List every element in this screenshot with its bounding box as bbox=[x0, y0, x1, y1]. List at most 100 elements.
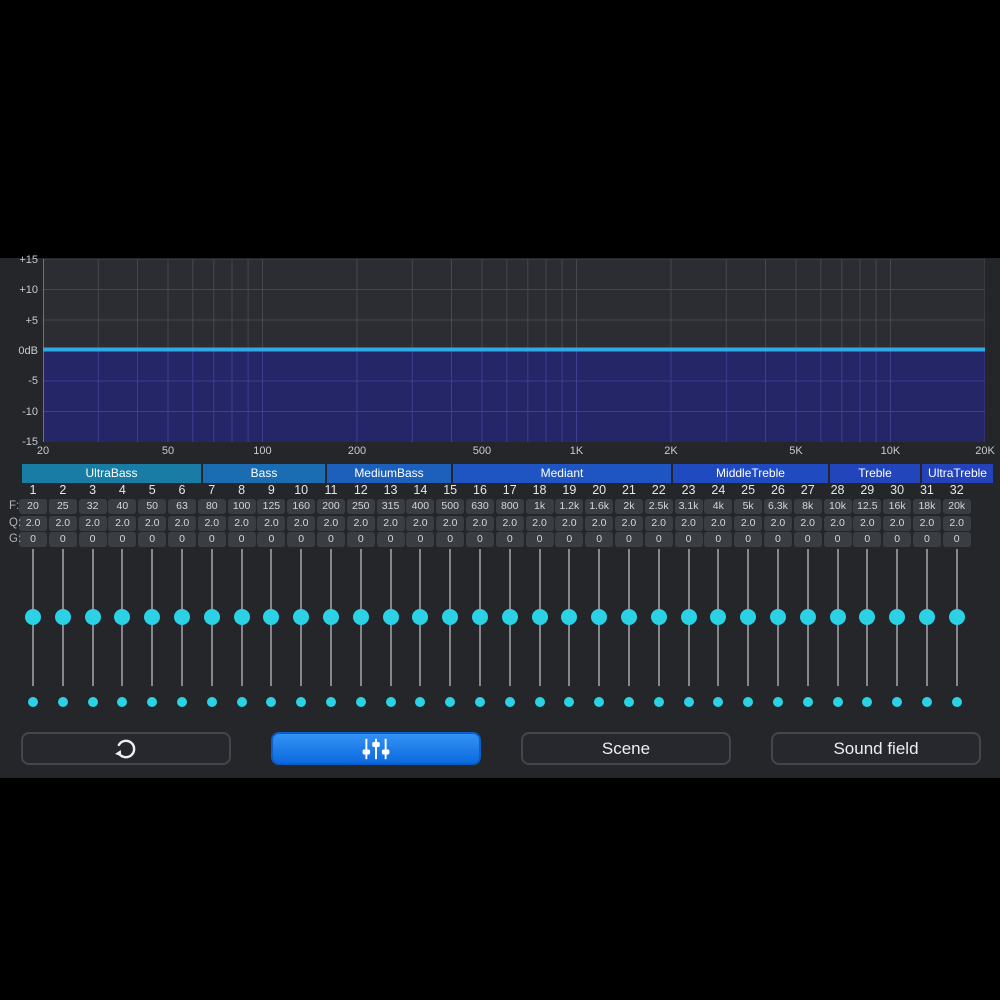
band-group-middletreble: MiddleTreble bbox=[673, 464, 828, 483]
channel-dot[interactable] bbox=[951, 697, 962, 707]
eq-slider-knob[interactable] bbox=[501, 609, 518, 625]
eq-slider-knob[interactable] bbox=[442, 609, 459, 625]
channel-dot[interactable] bbox=[415, 697, 426, 707]
channel-dot[interactable] bbox=[713, 697, 724, 707]
channel-dot[interactable] bbox=[623, 697, 634, 707]
eq-slider-knob[interactable] bbox=[591, 609, 608, 625]
eq-slider-knob[interactable] bbox=[382, 609, 399, 625]
eq-slider-knob[interactable] bbox=[799, 609, 816, 625]
channel-dot[interactable] bbox=[683, 697, 694, 707]
eq-slider-knob[interactable] bbox=[412, 609, 429, 625]
g-value-chip: 0 bbox=[227, 532, 256, 547]
eq-slider-knob[interactable] bbox=[25, 609, 41, 625]
q-value-chip: 2.0 bbox=[883, 516, 912, 531]
eq-slider-knob[interactable] bbox=[471, 609, 488, 625]
eq-slider-knob[interactable] bbox=[84, 609, 101, 625]
eq-slider-knob[interactable] bbox=[889, 609, 906, 625]
channel-number: 12 bbox=[353, 483, 368, 497]
channel-dot[interactable] bbox=[385, 697, 396, 707]
q-value-chip: 2.0 bbox=[823, 516, 852, 531]
f-value-chip: 50 bbox=[138, 499, 167, 514]
eq-slider-knob[interactable] bbox=[263, 609, 280, 625]
eq-slider-knob[interactable] bbox=[710, 609, 727, 625]
channel-dot[interactable] bbox=[206, 697, 217, 707]
eq-slider-knob[interactable] bbox=[531, 609, 548, 625]
eq-slider-knob[interactable] bbox=[680, 609, 697, 625]
eq-slider-knob[interactable] bbox=[322, 609, 339, 625]
channel-dot[interactable] bbox=[236, 697, 247, 707]
eq-slider-knob[interactable] bbox=[233, 609, 250, 625]
channel-dot[interactable] bbox=[772, 697, 783, 707]
head-unit-screen: 12:36 +15+10+50dB-5-10-1520501002005001K… bbox=[0, 0, 1000, 1000]
freq-axis-label: 20 bbox=[36, 445, 50, 457]
db-axis-label: 0dB bbox=[18, 344, 38, 357]
eq-slider-knob[interactable] bbox=[740, 609, 757, 625]
g-value-chip: 0 bbox=[48, 532, 77, 547]
q-value-chip: 2.0 bbox=[465, 516, 494, 531]
g-value-chip: 0 bbox=[346, 532, 375, 547]
channel-dot[interactable] bbox=[474, 697, 485, 707]
sound-field-button-label: Sound field bbox=[833, 738, 919, 758]
channel-dot[interactable] bbox=[296, 697, 307, 707]
f-value-chip: 800 bbox=[495, 499, 524, 514]
f-value-chip: 10k bbox=[823, 499, 852, 514]
channel-dot[interactable] bbox=[117, 697, 128, 707]
eq-slider-knob[interactable] bbox=[144, 609, 161, 625]
freq-axis-label: 2K bbox=[664, 445, 678, 457]
eq-slider-knob[interactable] bbox=[173, 609, 190, 625]
q-value-chip: 2.0 bbox=[257, 516, 286, 531]
eq-slider-knob[interactable] bbox=[561, 609, 578, 625]
channel-dot[interactable] bbox=[266, 697, 277, 707]
q-value-chip: 2.0 bbox=[912, 516, 941, 531]
channel-dot[interactable] bbox=[832, 697, 843, 707]
eq-slider-knob[interactable] bbox=[293, 609, 310, 625]
eq-slider-knob[interactable] bbox=[54, 609, 71, 625]
db-axis-label: -15 bbox=[22, 435, 38, 448]
channel-dot[interactable] bbox=[743, 697, 754, 707]
channel-dot[interactable] bbox=[87, 697, 98, 707]
eq-slider-knob[interactable] bbox=[114, 609, 131, 625]
equalizer-icon bbox=[362, 738, 390, 759]
channel-dot[interactable] bbox=[892, 697, 903, 707]
eq-slider-knob[interactable] bbox=[948, 609, 965, 625]
channel-dot[interactable] bbox=[504, 697, 515, 707]
channel-dot[interactable] bbox=[594, 697, 605, 707]
freq-axis-label: 5K bbox=[789, 445, 803, 457]
g-value-chip: 0 bbox=[108, 532, 137, 547]
eq-slider-knob[interactable] bbox=[620, 609, 637, 625]
eq-slider-knob[interactable] bbox=[769, 609, 786, 625]
channel-dot[interactable] bbox=[802, 697, 813, 707]
f-value-chip: 6.3k bbox=[763, 499, 792, 514]
equalizer-button[interactable] bbox=[271, 732, 481, 765]
channel-number: 16 bbox=[473, 483, 487, 497]
channel-number: 3 bbox=[89, 483, 97, 497]
channel-dot[interactable] bbox=[445, 697, 456, 707]
eq-slider-knob[interactable] bbox=[859, 609, 876, 625]
g-value-chip: 0 bbox=[167, 532, 196, 547]
eq-slider-knob[interactable] bbox=[829, 609, 846, 625]
channel-dot[interactable] bbox=[176, 697, 187, 707]
channel-dot[interactable] bbox=[862, 697, 873, 707]
channel-dot[interactable] bbox=[355, 697, 366, 707]
f-value-chip: 40 bbox=[108, 499, 137, 514]
freq-axis-label: 1K bbox=[569, 445, 584, 457]
f-value-chip: 4k bbox=[704, 499, 733, 514]
f-value-chip: 2k bbox=[614, 499, 643, 514]
eq-slider-knob[interactable] bbox=[352, 609, 369, 625]
channel-dot[interactable] bbox=[57, 697, 68, 707]
eq-slider-knob[interactable] bbox=[918, 609, 935, 625]
f-value-chip: 250 bbox=[346, 499, 375, 514]
eq-slider-knob[interactable] bbox=[650, 609, 667, 625]
channel-dot[interactable] bbox=[325, 697, 336, 707]
channel-dot[interactable] bbox=[534, 697, 545, 707]
channel-dot[interactable] bbox=[921, 697, 932, 707]
channel-dot[interactable] bbox=[147, 697, 158, 707]
reset-button[interactable] bbox=[21, 732, 231, 765]
g-value-chip: 0 bbox=[644, 532, 673, 547]
channel-dot[interactable] bbox=[564, 697, 575, 707]
sound-field-button[interactable]: Sound field bbox=[771, 732, 981, 765]
eq-slider-knob[interactable] bbox=[203, 609, 220, 625]
channel-dot[interactable] bbox=[653, 697, 664, 707]
scene-button[interactable]: Scene bbox=[521, 732, 731, 765]
channel-dot[interactable] bbox=[28, 697, 38, 707]
